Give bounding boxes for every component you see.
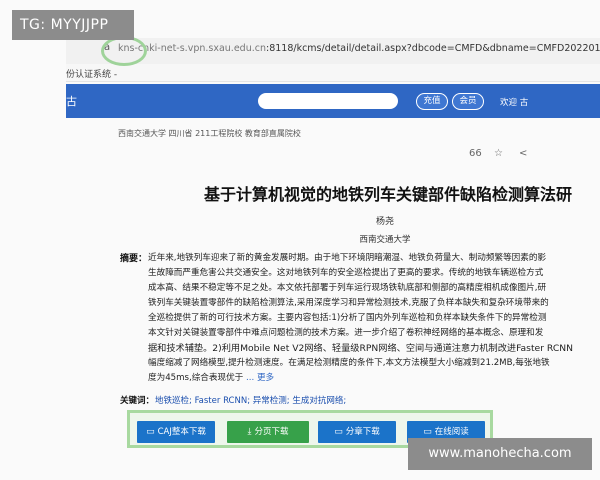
download-icon: ⤓ [247,427,252,437]
highlight-circle [101,36,147,66]
abstract-line: 度为45ms,综合表现优于 [148,373,244,383]
read-icon: ▭ [423,427,432,437]
abstract-line: 幅度缩减了网络模型,提升检测速度。在满足检测精度的条件下,本文方法模型大小缩减到… [148,358,550,368]
keywords-label: 关键词： [120,396,155,406]
chapter-download-button[interactable]: ▭ 分章下载 [318,421,396,443]
chapter-icon: ▭ [334,427,343,437]
abstract-line: 本文针对关键装置零部件中难点问题检测的技术方案。进一步介绍了卷积神经网络的基本概… [148,328,544,338]
abstract-last-line: 度为45ms,综合表现优于 ... 更多 [148,371,600,386]
site-logo[interactable]: 古 [66,93,77,109]
paper-title: 基于计算机视觉的地铁列车关键部件缺陷检测算法研 [204,185,573,204]
address-url[interactable]: kns-cnki-net-s.vpn.sxau.edu.cn:8118/kcms… [118,43,600,54]
caj-download-button[interactable]: ▭ CAJ整本下载 [137,421,215,443]
caj-download-label: CAJ整本下载 [157,427,206,437]
abstract-label: 摘要： [120,254,148,264]
watermark-bottom-right: www.manohecha.com [408,438,592,470]
keywords-links[interactable]: 地铁巡检; Faster RCNN; 异常检测; 生成对抗网络; [155,394,346,406]
page-download-button[interactable]: ⤓ 分页下载 [227,421,309,443]
book-icon: ▭ [146,427,155,437]
cite-quote-icon[interactable]: 66 [469,148,482,159]
abstract-line: 全巡检提供了新的可行技术方案。主要内容包括:1)分析了国内外列车巡检和负样本缺失… [148,313,547,323]
watermark-top-left: TG: MYYJJPP [12,10,134,40]
online-read-label: 在线阅读 [434,427,469,437]
page-download-label: 分页下载 [254,427,289,437]
chapter-download-label: 分章下载 [345,427,380,437]
screenshot-stage: TG: MYYJJPP a kns-cnki-net-s.vpn.sxau.ed… [0,0,600,480]
abstract-line: 近年来,地铁列车迎来了新的黄金发展时期。由于地下环境阴暗潮湿、地铁负荷量大、制动… [148,253,547,263]
paper-author[interactable]: 杨尧 [0,214,600,227]
bookmarks-bar: 份认证系统 - [66,64,600,82]
abstract-line: 生故障而严重危害公共交通安全。这对地铁列车的安全巡检提出了更高的要求。传统的地铁… [148,268,544,278]
institution-line: 西南交通大学 四川省 211工程院校 教育部直属院校 [118,129,301,138]
share-icon[interactable]: < [519,148,527,159]
search-input[interactable] [258,93,398,109]
favorite-star-icon[interactable]: ☆ [494,148,503,159]
url-path: :8118/kcms/detail/detail.aspx?dbcode=CMF… [266,43,600,54]
site-header: 古 充值 会员 欢迎 古 [66,84,600,118]
bookmark-item[interactable]: 份认证系统 - [66,67,117,80]
abstract-line: 据和技术辅垫。2)利用Mobile Net V2网络、轻量级RPN网络、空间与通… [148,343,573,354]
abstract-body: 近年来,地铁列车迎来了新的黄金发展时期。由于地下环境阴暗潮湿、地铁负荷量大、制动… [148,251,600,386]
paper-affiliation[interactable]: 西南交通大学 [0,233,600,245]
member-button[interactable]: 会员 [452,93,484,110]
abstract-more-link[interactable]: ... 更多 [246,373,274,383]
abstract-line: 成本高、结果不稳定等不足之处。本文依托部署于列车运行现场铁轨底部和侧部的高精度相… [148,283,547,293]
welcome-text: 欢迎 古 [500,98,529,108]
abstract-line: 铁列车关键装置零部件的缺陷检测算法,采用深度学习和异常检测技术,克服了负样本缺失… [148,298,549,308]
recharge-button[interactable]: 充值 [416,93,448,110]
